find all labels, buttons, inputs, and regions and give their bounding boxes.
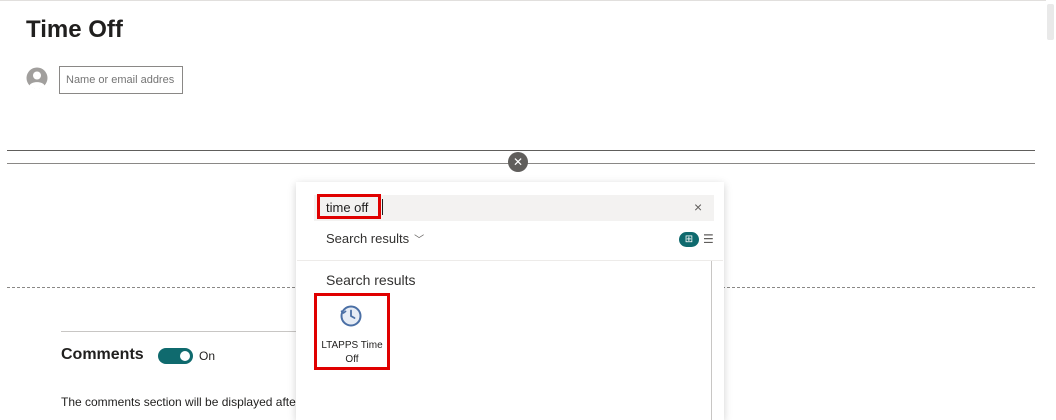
people-picker-input[interactable] [59,66,183,94]
section-divider [7,150,1035,151]
toggle-label: On [199,349,216,363]
grid-view-icon[interactable]: ⊞ [679,232,699,247]
chevron-down-icon: ﹀ [414,235,425,246]
text-caret [382,199,383,215]
page-scrollbar[interactable] [1046,0,1056,420]
clear-search-icon[interactable]: × [694,199,702,215]
person-icon [26,67,48,89]
filter-label: Search results [326,231,410,246]
results-panel-border [711,261,712,420]
result-highlight-box [314,293,390,370]
comments-note: The comments section will be displayed a… [61,395,307,409]
page-title: Time Off [26,16,123,43]
search-highlight-box [317,194,381,219]
close-icon[interactable]: ✕ [508,152,528,172]
filter-dropdown[interactable]: Search results ﹀ [326,231,424,246]
results-heading: Search results [326,272,416,288]
toggle-knob [180,351,190,361]
scrollbar-thumb[interactable] [1047,4,1054,40]
comments-divider [61,331,310,332]
list-view-icon[interactable]: ☰ [703,232,714,247]
results-divider [297,260,723,261]
comments-title: Comments [61,346,144,363]
top-border [0,0,1046,1]
